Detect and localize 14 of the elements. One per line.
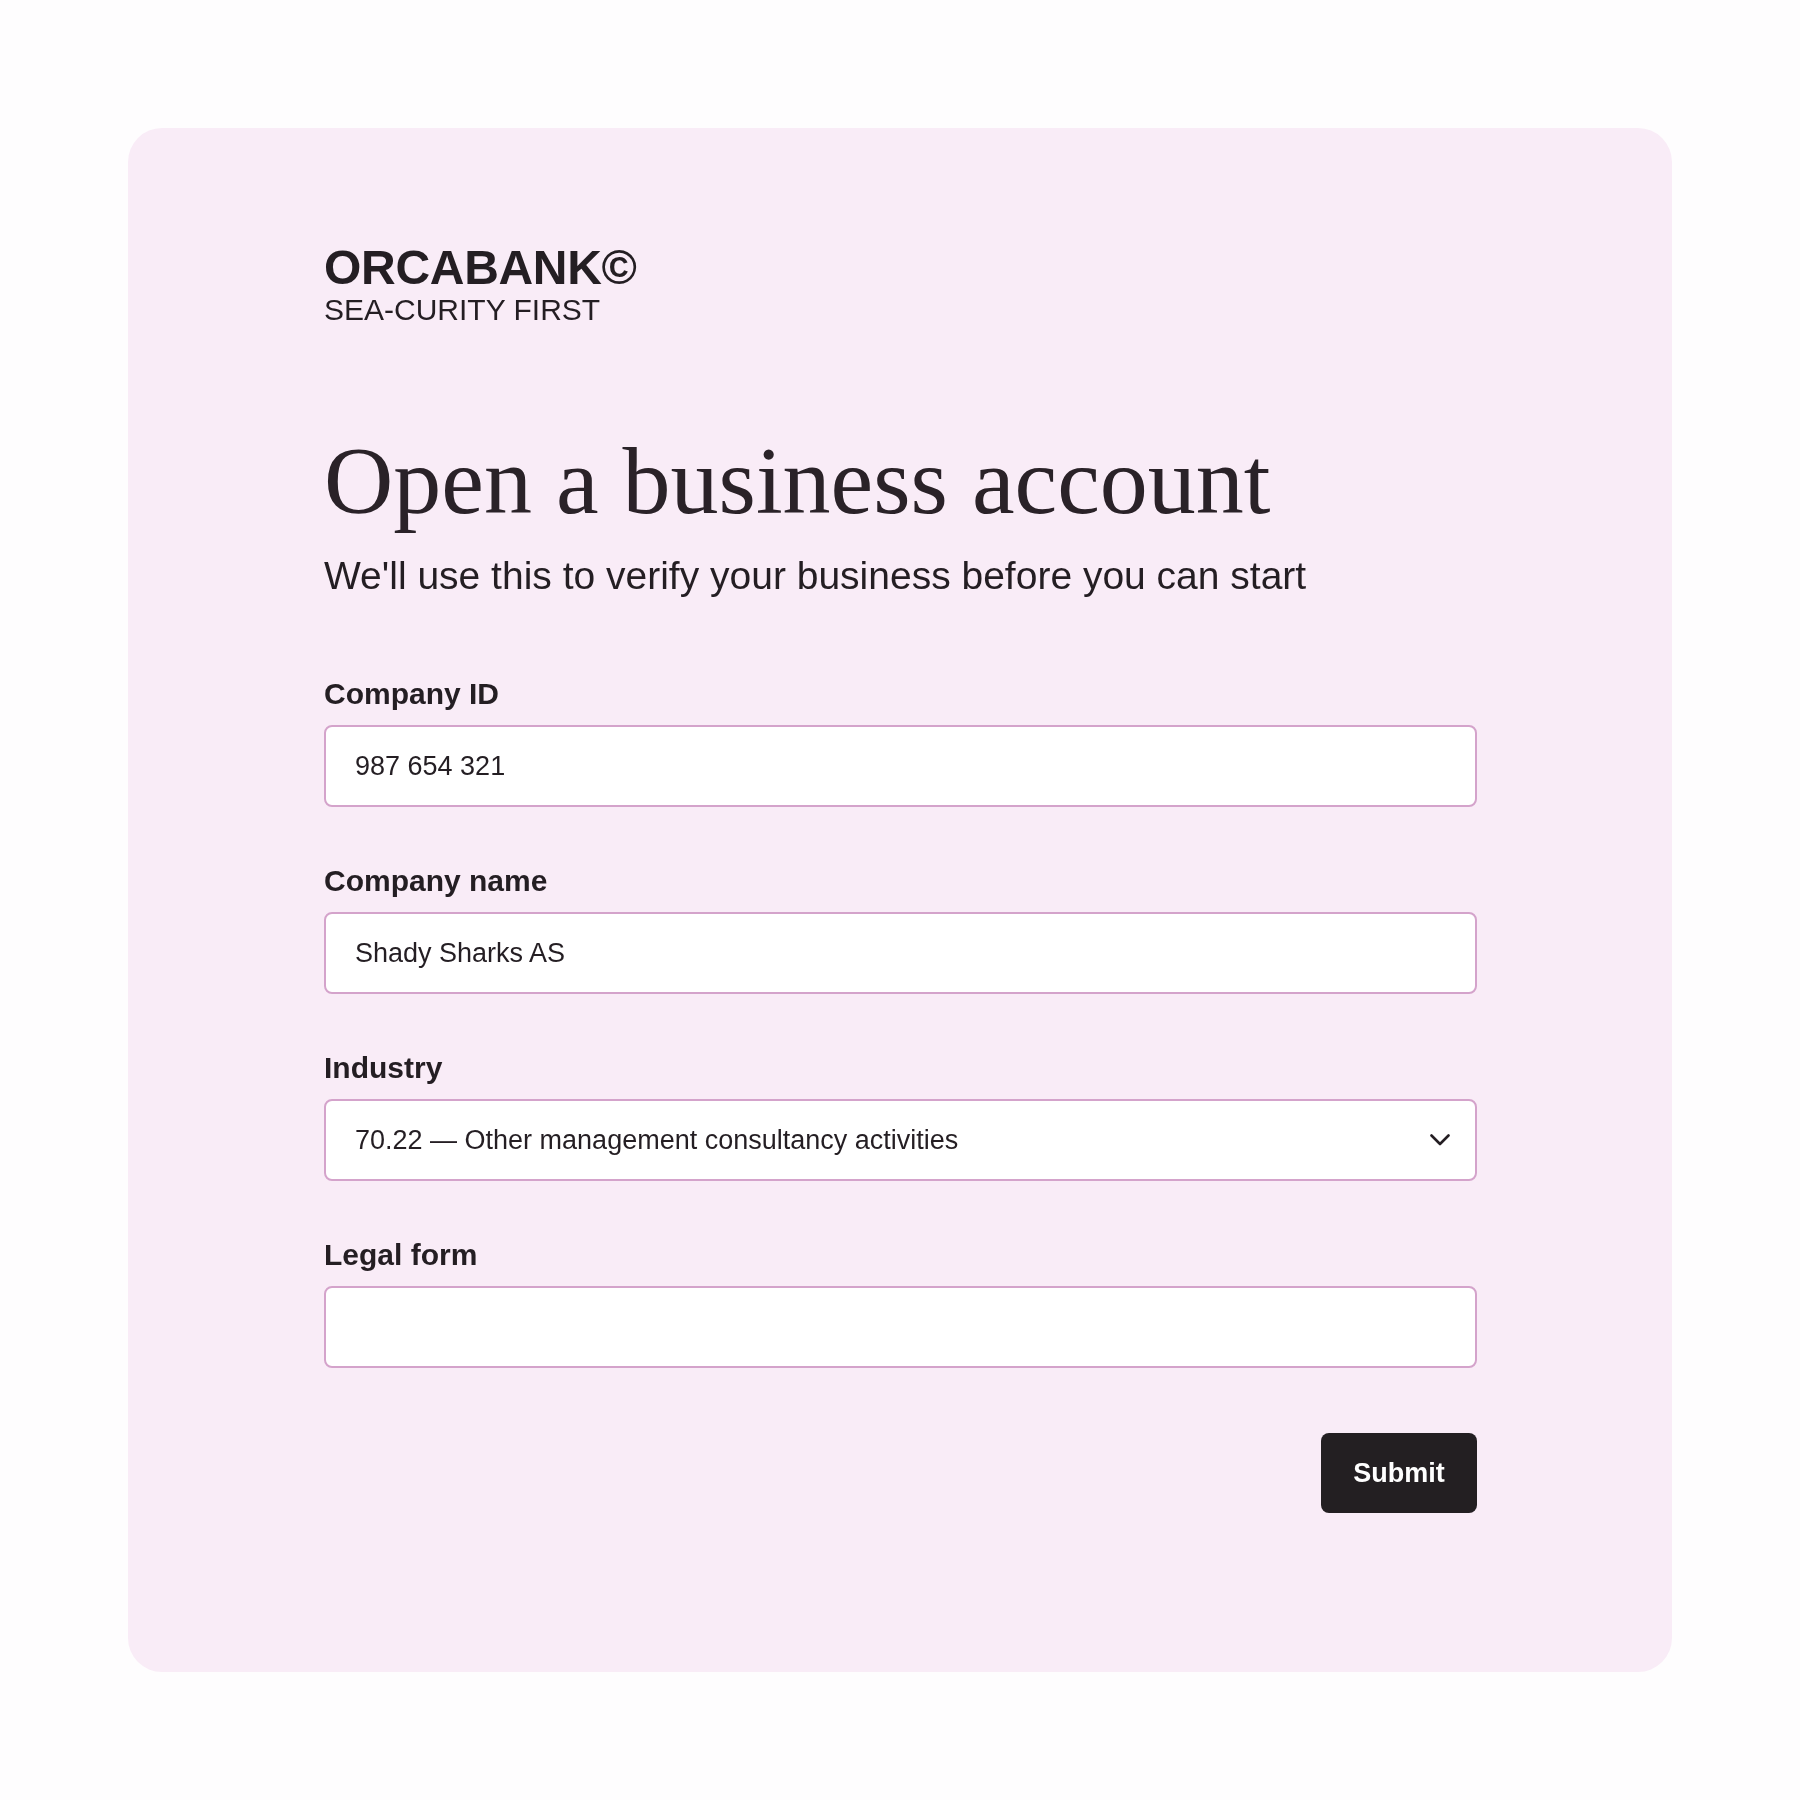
field-label: Company ID [324,676,500,712]
field-label: Legal form [324,1237,478,1273]
chevron-down-icon [1430,1134,1450,1146]
submit-button[interactable]: Submit [1321,1433,1477,1513]
field-label: Industry [324,1050,443,1086]
text-input-field[interactable] [324,1286,1477,1368]
dropdown-select[interactable]: 70.22 — Other management consultancy activities [324,1099,1477,1181]
page-title: Open a business account [324,428,1271,534]
brand-logo: ORCABANK© [324,244,637,292]
brand-tagline: SEA-CURITY FIRST [324,295,601,325]
text-input-field[interactable]: Shady Sharks AS [324,912,1477,994]
field-label: Company name [324,863,548,899]
text-input-field[interactable]: 987 654 321 [324,725,1477,807]
page-subtitle: We'll use this to verify your business before you can start [324,553,1307,599]
